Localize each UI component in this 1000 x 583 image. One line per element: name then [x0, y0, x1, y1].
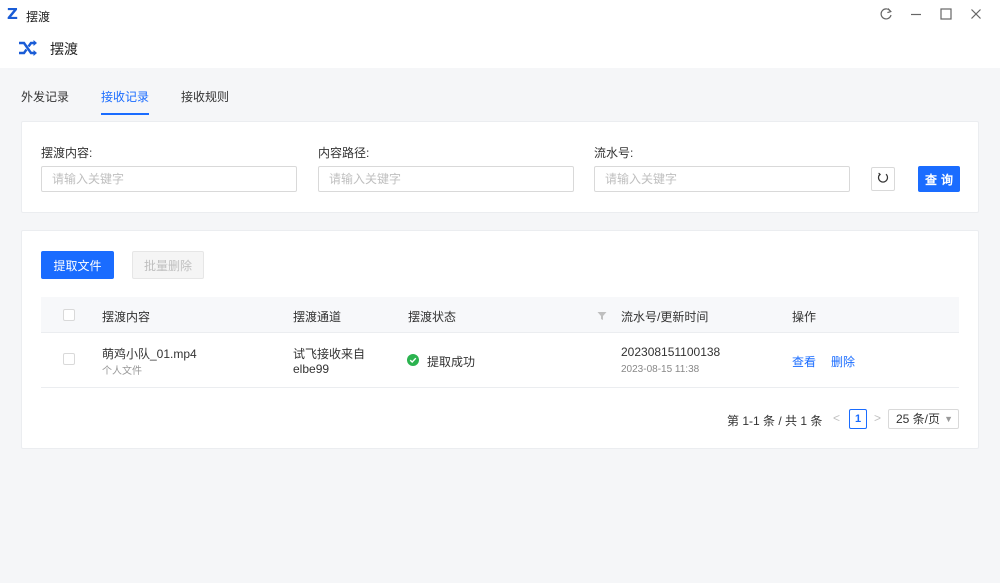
search-panel: 摆渡内容: 内容路径: 流水号: 查询 [21, 121, 979, 213]
minimize-icon[interactable] [901, 2, 931, 26]
shuffle-icon [18, 39, 38, 57]
page-number-current[interactable]: 1 [849, 409, 867, 429]
content-label: 摆渡内容: [41, 146, 93, 160]
serial-search-input[interactable] [594, 166, 850, 192]
filter-icon[interactable] [597, 310, 607, 320]
content-search-input[interactable] [41, 166, 297, 192]
window-title: 摆渡 [26, 10, 51, 24]
row-checkbox[interactable] [63, 353, 75, 365]
maximize-icon[interactable] [931, 2, 961, 26]
file-source: 个人文件 [102, 366, 142, 377]
path-search-input[interactable] [318, 166, 574, 192]
channel-line-2: elbe99 [293, 362, 330, 376]
view-link[interactable]: 查看 [792, 353, 816, 370]
chevron-down-icon: ▼ [944, 414, 953, 424]
page-size-value: 25 条/页 [896, 412, 941, 426]
tab-received-records[interactable]: 接收记录 [101, 88, 150, 115]
records-panel: 提取文件 批量删除 摆渡内容 摆渡通道 摆渡状态 流水号/更新时间 操作 萌鸡小… [21, 230, 979, 449]
batch-delete-button[interactable]: 批量删除 [132, 251, 204, 279]
window-titlebar: Z 摆渡 [0, 0, 1000, 30]
column-header-status: 摆渡状态 [408, 310, 457, 324]
chevron-left-icon[interactable]: < [833, 411, 840, 425]
serial-number: 202308151100138 [621, 345, 721, 359]
delete-link[interactable]: 删除 [831, 353, 855, 370]
close-icon[interactable] [961, 2, 991, 26]
path-label: 内容路径: [318, 146, 370, 160]
success-check-icon [407, 354, 419, 366]
channel-line-1: 试飞接收来自 [293, 347, 366, 361]
file-name: 萌鸡小队_01.mp4 [102, 347, 197, 361]
column-header-actions: 操作 [792, 310, 817, 324]
column-header-channel: 摆渡通道 [293, 310, 342, 324]
app-title: 摆渡 [50, 41, 78, 57]
column-header-content: 摆渡内容 [102, 310, 151, 324]
pagination-summary: 第 1-1 条 / 共 1 条 [727, 414, 823, 428]
app-header: 摆渡 [0, 30, 1000, 68]
update-time: 2023-08-15 11:38 [621, 364, 700, 375]
status-text: 提取成功 [427, 355, 476, 369]
chevron-right-icon[interactable]: > [874, 411, 881, 425]
page-size-select[interactable]: 25 条/页 ▼ [888, 409, 959, 429]
tab-bar: 外发记录 接收记录 接收规则 [0, 68, 1000, 120]
tab-outgoing-records[interactable]: 外发记录 [21, 88, 69, 113]
table-header: 摆渡内容 摆渡通道 摆渡状态 流水号/更新时间 操作 [41, 297, 959, 333]
app-logo: Z [7, 5, 18, 23]
refresh-icon [877, 172, 889, 187]
column-header-serial-time: 流水号/更新时间 [621, 310, 709, 324]
select-all-checkbox[interactable] [63, 309, 75, 321]
reset-button[interactable] [871, 167, 895, 191]
refresh-window-icon[interactable] [871, 2, 901, 26]
serial-label: 流水号: [594, 146, 634, 160]
extract-file-button[interactable]: 提取文件 [41, 251, 114, 279]
tab-receive-rules[interactable]: 接收规则 [181, 88, 229, 113]
query-button[interactable]: 查询 [918, 166, 960, 192]
table-row: 萌鸡小队_01.mp4 个人文件 试飞接收来自 elbe99 提取成功 2023… [41, 333, 959, 388]
